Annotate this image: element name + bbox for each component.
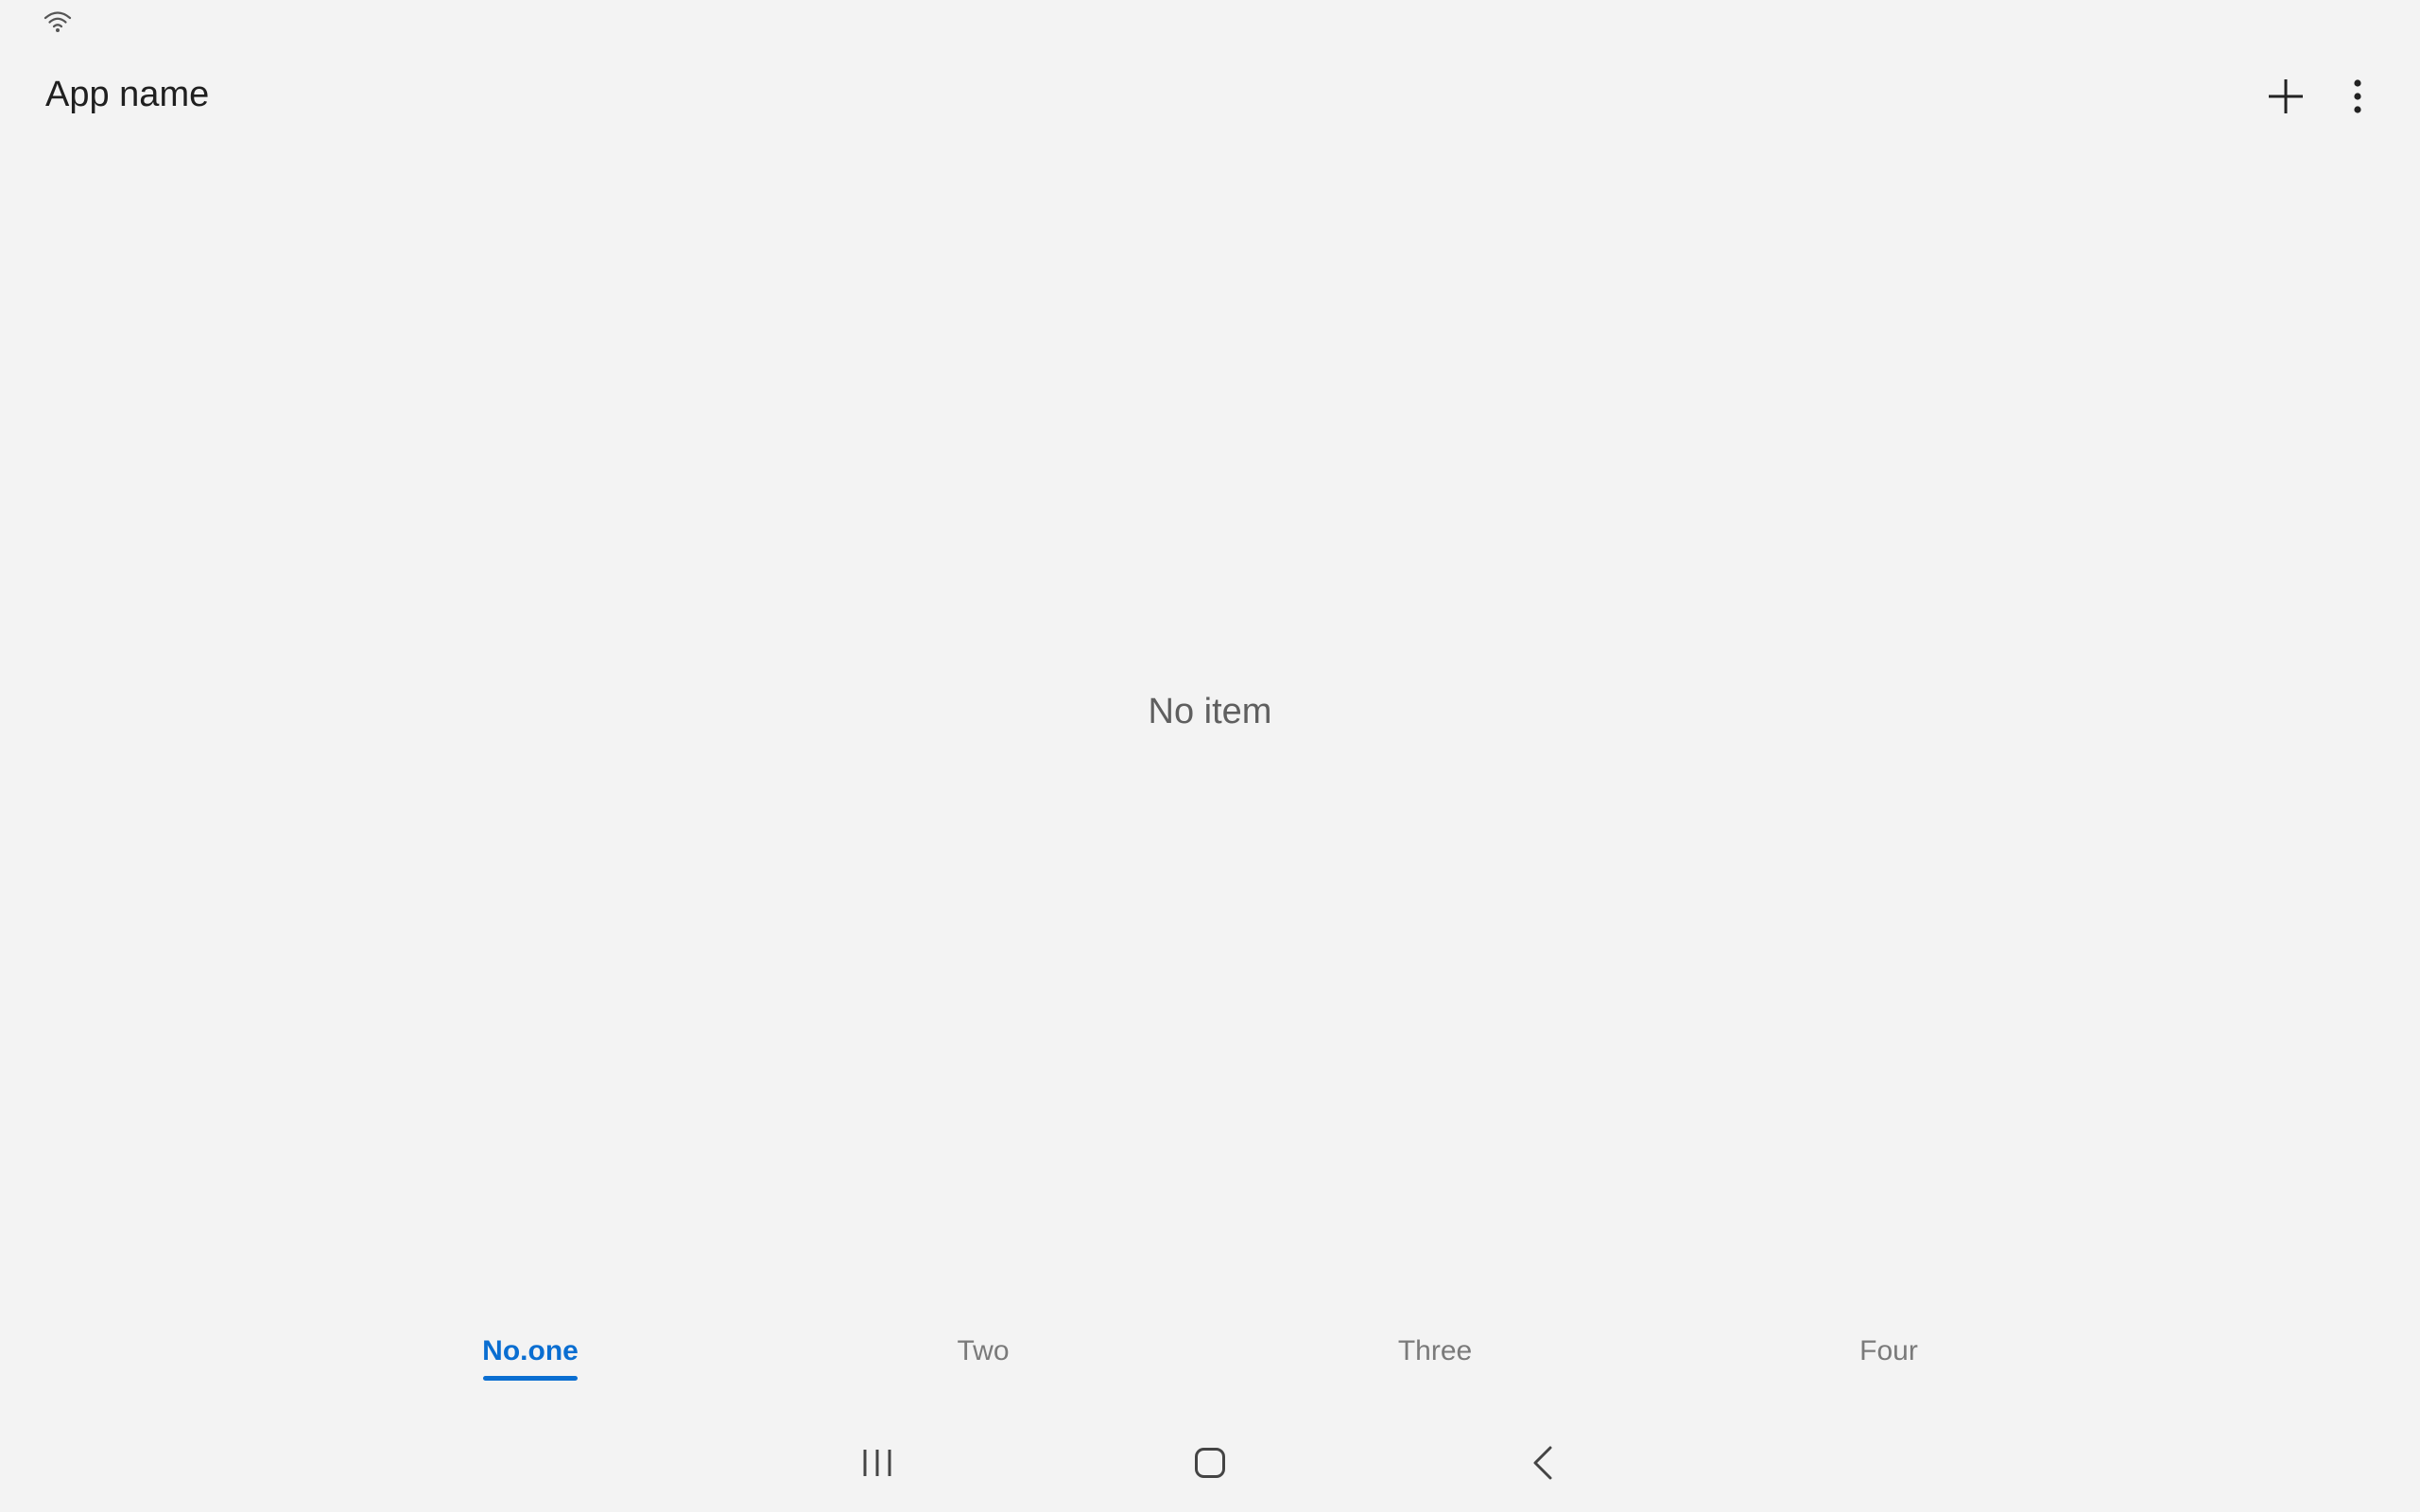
plus-icon: [2267, 77, 2305, 120]
home-button[interactable]: [1172, 1432, 1248, 1498]
recent-apps-button[interactable]: [839, 1432, 915, 1498]
back-button[interactable]: [1505, 1432, 1581, 1498]
home-icon: [1194, 1447, 1226, 1484]
active-tab-indicator: [483, 1376, 578, 1381]
back-icon: [1531, 1446, 1554, 1485]
recent-apps-icon: [861, 1448, 893, 1483]
system-navigation-bar: [0, 1432, 2420, 1498]
app-bar: App name: [0, 57, 2420, 142]
add-button[interactable]: [2256, 68, 2316, 129]
tab-three[interactable]: Three: [1388, 1332, 1482, 1389]
more-vertical-icon: [2352, 77, 2363, 120]
tab-label: Three: [1397, 1335, 1473, 1366]
tab-label: No.one: [482, 1335, 579, 1366]
wifi-icon: [43, 9, 72, 34]
bottom-tab-bar: No.one Two Three Four: [0, 1332, 2420, 1399]
empty-state-message: No item: [1148, 692, 1272, 731]
tab-four[interactable]: Four: [1851, 1332, 1927, 1389]
tab-two[interactable]: Two: [945, 1332, 1021, 1389]
tab-no-one[interactable]: No.one: [482, 1332, 579, 1389]
status-bar: [0, 0, 2420, 38]
screen: App name No item No.one Two Three Four: [0, 0, 2420, 1512]
tab-label: Four: [1859, 1335, 1918, 1366]
app-title: App name: [45, 75, 210, 114]
tab-label: Two: [957, 1335, 1010, 1366]
more-options-button[interactable]: [2327, 68, 2388, 129]
